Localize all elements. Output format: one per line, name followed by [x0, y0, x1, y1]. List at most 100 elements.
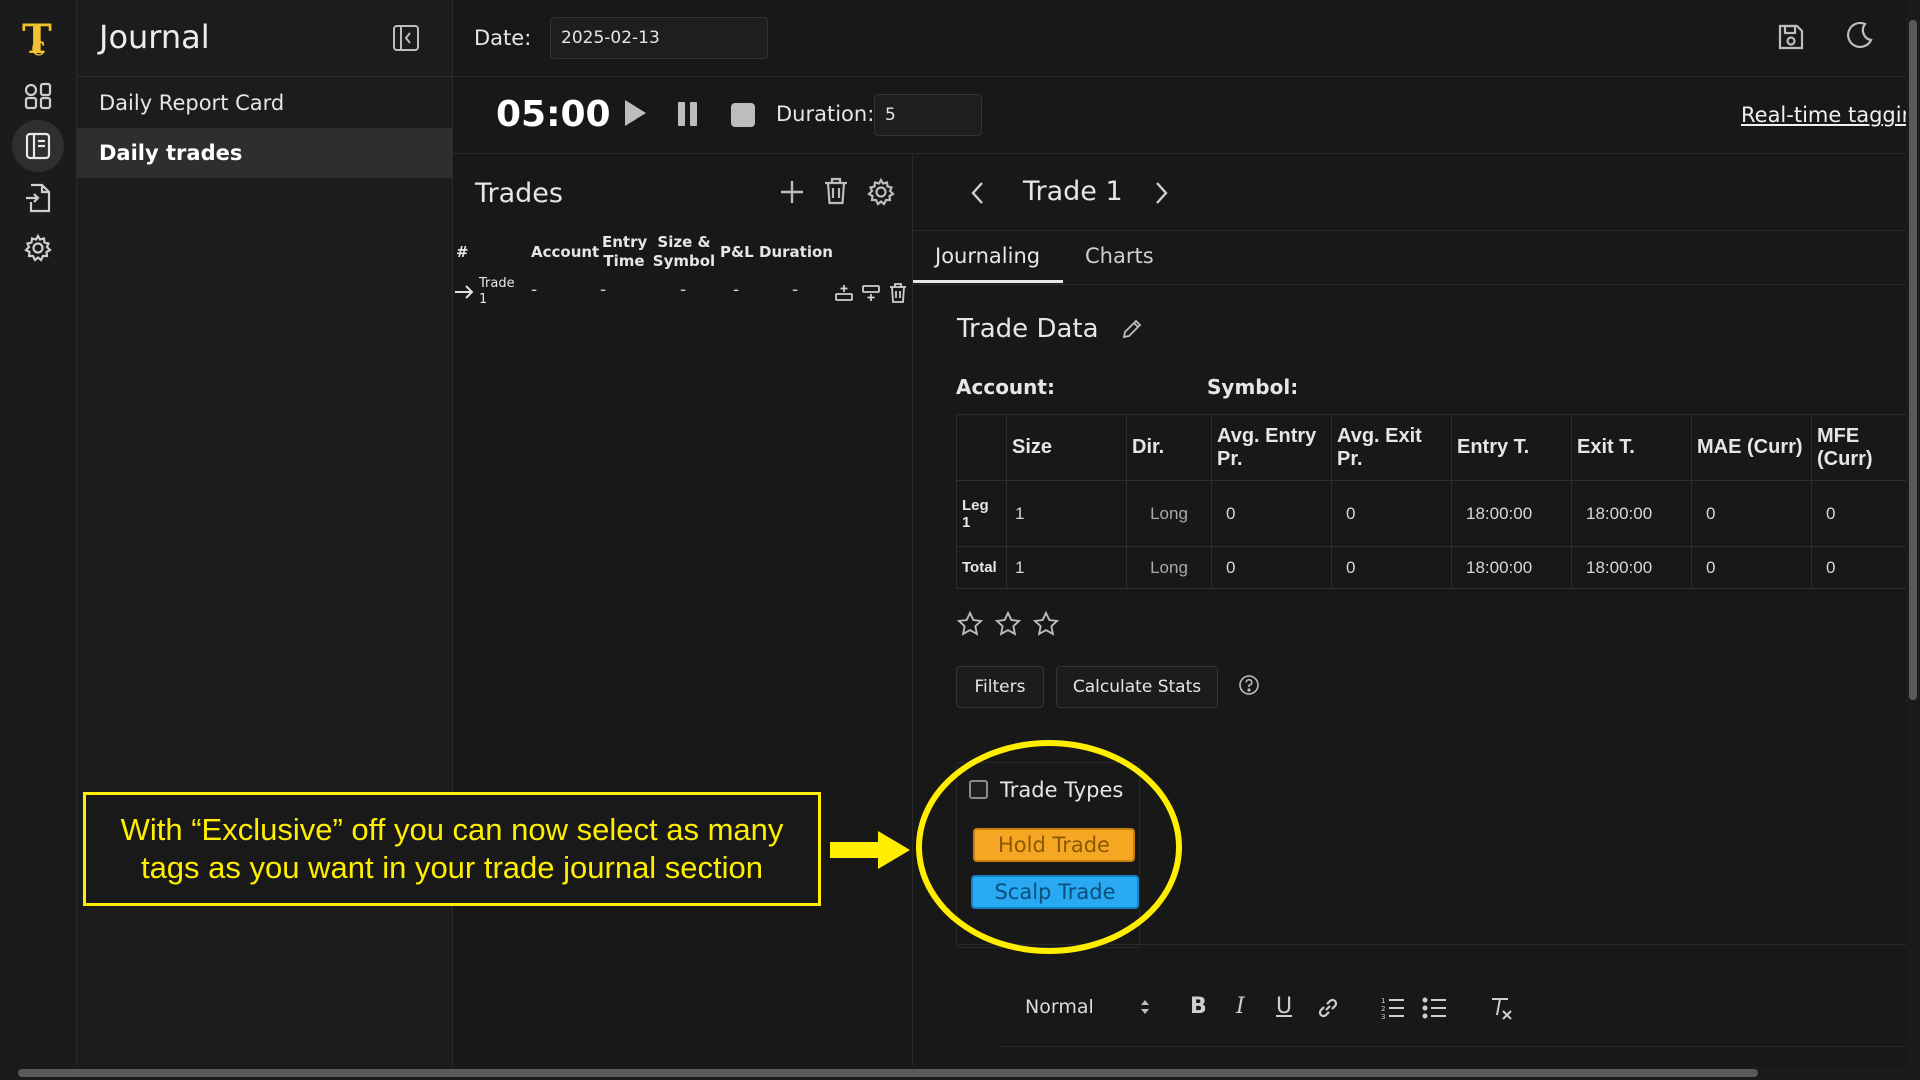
col-avg-entry-price: Avg. Entry Pr. — [1211, 414, 1332, 481]
sidebar-title: Journal — [99, 18, 210, 56]
col-avg-exit-price: Avg. Exit Pr. — [1331, 414, 1452, 481]
cell-avg-entry: 0 — [1211, 546, 1332, 589]
total-label: Total — [956, 546, 1007, 589]
dashboard-icon[interactable] — [12, 70, 64, 122]
col-account: Account — [531, 243, 600, 261]
cell-avg-exit: 0 — [1331, 480, 1452, 547]
journal-icon[interactable] — [12, 120, 64, 172]
date-input[interactable]: 2025-02-13 — [550, 17, 768, 59]
divider — [912, 154, 913, 1080]
symbol-label: Symbol: — [1207, 375, 1299, 399]
date-label: Date: — [474, 26, 532, 50]
tab-charts[interactable]: Charts — [1085, 244, 1154, 268]
settings-icon[interactable] — [12, 222, 64, 274]
cell-exit-time: 18:00:00 — [1571, 546, 1692, 589]
active-tab-indicator — [913, 280, 1063, 283]
annotation-highlight-circle — [916, 740, 1182, 954]
vertical-scrollbar[interactable] — [1906, 0, 1920, 1066]
stop-icon[interactable] — [730, 102, 756, 132]
col-leg — [956, 414, 1007, 481]
selected-row-arrow-icon — [454, 284, 474, 304]
col-duration: Duration — [759, 243, 833, 261]
duration-label: Duration: — [776, 102, 875, 126]
help-icon[interactable] — [1238, 674, 1260, 700]
vertical-scrollbar-thumb[interactable] — [1909, 20, 1917, 700]
star-rating — [956, 610, 1060, 642]
leg-label: Leg 1 — [956, 480, 1007, 547]
trades-settings-icon[interactable] — [866, 177, 896, 211]
tab-journaling[interactable]: Journaling — [935, 244, 1040, 268]
star-icon[interactable] — [994, 610, 1022, 642]
svg-text:3: 3 — [1381, 1013, 1385, 1020]
svg-text:2: 2 — [1381, 1005, 1385, 1013]
annotation-text: With “Exclusive” off you can now select … — [120, 812, 784, 885]
svg-text:c: c — [31, 32, 46, 61]
legs-table-header: Size Dir. Avg. Entry Pr. Avg. Exit Pr. E… — [956, 414, 1912, 481]
dark-mode-moon-icon[interactable] — [1843, 20, 1875, 56]
trade-row-account: - — [531, 280, 538, 300]
insert-below-icon[interactable] — [861, 283, 881, 307]
play-icon[interactable] — [622, 98, 648, 132]
horizontal-scrollbar-thumb[interactable] — [18, 1069, 1758, 1077]
cell-size: 1 — [1006, 480, 1127, 547]
cell-mfe: 0 — [1811, 480, 1912, 547]
cell-mae: 0 — [1691, 480, 1812, 547]
collapse-sidebar-icon[interactable] — [392, 24, 420, 56]
sidebar-item-label: Daily Report Card — [99, 91, 285, 115]
cell-exit-time: 18:00:00 — [1571, 480, 1692, 547]
duration-input[interactable]: 5 — [874, 94, 982, 136]
underline-icon[interactable]: U — [1276, 994, 1292, 1019]
select-arrows-icon — [1138, 997, 1152, 1021]
horizontal-scrollbar[interactable] — [0, 1066, 1920, 1080]
bullet-list-icon[interactable] — [1422, 996, 1448, 1024]
filters-button[interactable]: Filters — [956, 666, 1044, 708]
save-icon[interactable] — [1776, 22, 1806, 56]
trade-row-number[interactable]: Trade 1 — [479, 276, 525, 308]
sidebar-item-daily-report-card[interactable]: Daily Report Card — [77, 78, 453, 128]
realtime-tagging-link[interactable]: Real-time taggir — [1741, 103, 1910, 127]
table-row: Leg 1 1 Long 0 0 18:00:00 18:00:00 0 0 — [956, 480, 1912, 547]
cell-size: 1 — [1006, 546, 1127, 589]
trade-row-size-symbol: - — [680, 280, 687, 300]
italic-icon[interactable]: I — [1236, 994, 1245, 1019]
cell-mae: 0 — [1691, 546, 1812, 589]
insert-above-icon[interactable] — [834, 283, 854, 307]
journal-sidebar: Journal Daily Report Card Daily trades — [77, 0, 453, 1080]
trade-row-duration: - — [792, 280, 799, 300]
editor-border — [1000, 1046, 1906, 1047]
cell-avg-entry: 0 — [1211, 480, 1332, 547]
cell-direction: Long — [1126, 480, 1212, 547]
star-icon[interactable] — [1032, 610, 1060, 642]
cell-direction: Long — [1126, 546, 1212, 589]
sidebar-item-daily-trades[interactable]: Daily trades — [77, 128, 453, 178]
cell-entry-time: 18:00:00 — [1451, 480, 1572, 547]
ordered-list-icon[interactable]: 123 — [1380, 996, 1406, 1024]
next-trade-chevron-icon[interactable] — [1151, 180, 1171, 210]
calculate-stats-button[interactable]: Calculate Stats — [1056, 666, 1218, 708]
edit-pencil-icon[interactable] — [1121, 318, 1143, 344]
bold-icon[interactable]: B — [1190, 994, 1207, 1019]
link-icon[interactable] — [1315, 995, 1341, 1025]
clear-format-icon[interactable] — [1488, 995, 1514, 1025]
sidebar-item-label: Daily trades — [99, 141, 243, 165]
format-select[interactable]: Normal — [1025, 996, 1094, 1018]
delete-row-icon[interactable] — [888, 282, 908, 308]
icon-rail: Tc — [0, 0, 77, 1080]
divider — [453, 153, 1920, 154]
col-entry-time: Entry T. — [1451, 414, 1572, 481]
trades-panel-title: Trades — [475, 178, 563, 209]
col-entry-time: Entry Time — [602, 233, 648, 270]
delete-trade-icon[interactable] — [822, 176, 850, 210]
trade-title: Trade 1 — [1023, 176, 1123, 207]
legs-table: Size Dir. Avg. Entry Pr. Avg. Exit Pr. E… — [956, 414, 1912, 589]
star-icon[interactable] — [956, 610, 984, 642]
prev-trade-chevron-icon[interactable] — [968, 180, 988, 210]
pause-icon[interactable] — [676, 100, 700, 132]
col-size-symbol: Size & Symbol — [652, 233, 716, 270]
col-mae: MAE (Curr) — [1691, 414, 1812, 481]
import-file-icon[interactable] — [12, 172, 64, 224]
app-logo-icon: Tc — [12, 12, 64, 64]
add-trade-icon[interactable] — [778, 178, 806, 210]
trade-data-title: Trade Data — [957, 314, 1099, 344]
divider — [913, 230, 1920, 231]
